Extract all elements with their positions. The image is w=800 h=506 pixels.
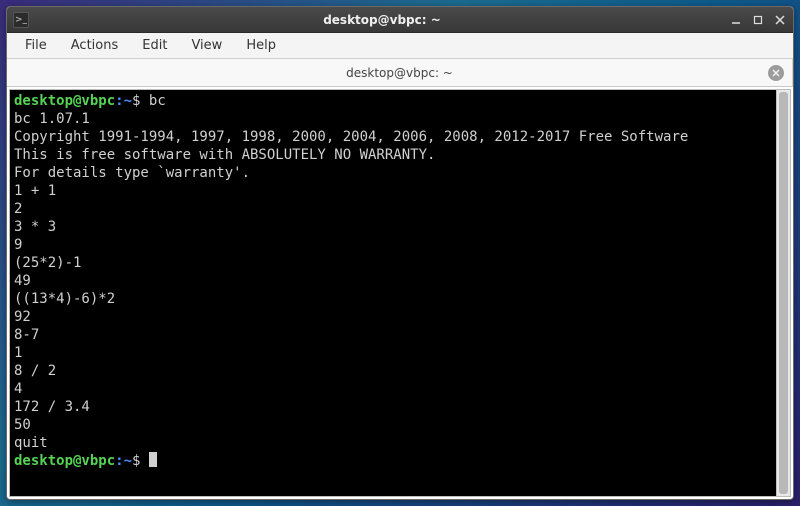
tab-label: desktop@vbpc: ~: [346, 66, 453, 80]
scrollbar[interactable]: [776, 90, 790, 496]
menu-file[interactable]: File: [15, 35, 57, 56]
terminal-area: desktop@vbpc:~$ bc bc 1.07.1 Copyright 1…: [9, 89, 791, 497]
output-line: 1: [14, 345, 22, 361]
output-line: ((13*4)-6)*2: [14, 291, 115, 307]
output-line: Copyright 1991-1994, 1997, 1998, 2000, 2…: [14, 129, 688, 145]
window-title: desktop@vbpc: ~: [35, 13, 729, 27]
tabbar: desktop@vbpc: ~: [7, 59, 793, 87]
output-line: For details type `warranty'.: [14, 165, 250, 181]
prompt-sep: :: [115, 453, 123, 469]
output-line: 9: [14, 237, 22, 253]
terminal-app-icon: >_: [13, 12, 29, 28]
prompt-user: desktop@vbpc: [14, 93, 115, 109]
output-line: 3 * 3: [14, 219, 56, 235]
menu-view[interactable]: View: [181, 35, 232, 56]
titlebar[interactable]: >_ desktop@vbpc: ~: [7, 7, 793, 33]
menu-actions[interactable]: Actions: [61, 35, 129, 56]
tab-terminal-1[interactable]: desktop@vbpc: ~: [7, 59, 793, 86]
output-line: 49: [14, 273, 31, 289]
menu-help[interactable]: Help: [236, 35, 286, 56]
output-line: quit: [14, 435, 48, 451]
tab-close-button[interactable]: [768, 65, 784, 81]
output-line: 92: [14, 309, 31, 325]
output-line: 8-7: [14, 327, 39, 343]
output-line: 1 + 1: [14, 183, 56, 199]
cursor: [149, 452, 157, 467]
prompt-sigil: $: [132, 93, 140, 109]
close-button[interactable]: [773, 13, 787, 27]
maximize-button[interactable]: [751, 13, 765, 27]
prompt-sigil: $: [132, 453, 140, 469]
prompt-sep: :: [115, 93, 123, 109]
output-line: 2: [14, 201, 22, 217]
output-line: bc 1.07.1: [14, 111, 90, 127]
prompt-user: desktop@vbpc: [14, 453, 115, 469]
command-1: bc: [149, 93, 166, 109]
menu-edit[interactable]: Edit: [132, 35, 177, 56]
prompt-path: ~: [124, 453, 132, 469]
window-controls: [729, 13, 787, 27]
output-line: 50: [14, 417, 31, 433]
output-line: (25*2)-1: [14, 255, 81, 271]
output-line: 4: [14, 381, 22, 397]
output-line: 8 / 2: [14, 363, 56, 379]
minimize-button[interactable]: [729, 13, 743, 27]
output-line: This is free software with ABSOLUTELY NO…: [14, 147, 435, 163]
scrollbar-thumb[interactable]: [779, 92, 788, 494]
terminal-output[interactable]: desktop@vbpc:~$ bc bc 1.07.1 Copyright 1…: [10, 90, 790, 496]
terminal-window: >_ desktop@vbpc: ~ File Actions Edit Vie…: [6, 6, 794, 500]
output-line: 172 / 3.4: [14, 399, 90, 415]
prompt-path: ~: [124, 93, 132, 109]
menubar: File Actions Edit View Help: [7, 33, 793, 59]
